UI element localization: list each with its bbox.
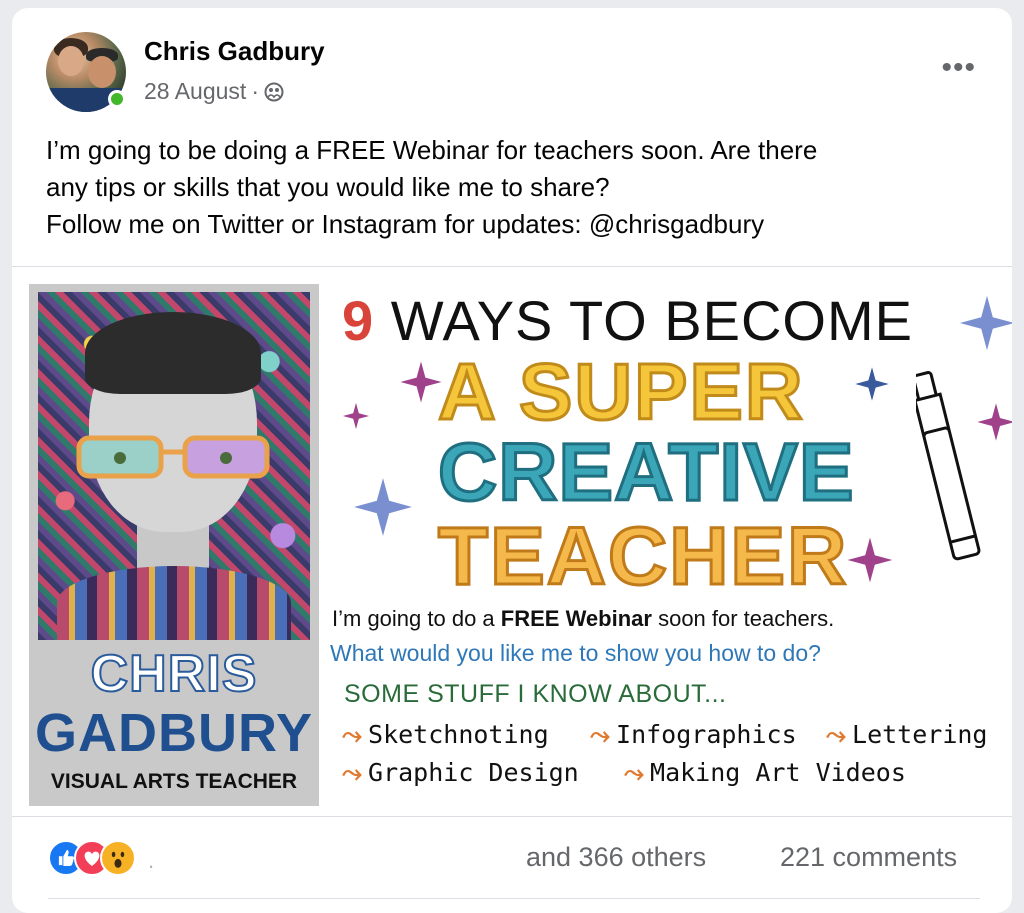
separator-dot: . [148, 848, 155, 873]
star-icon [342, 402, 370, 430]
skill-item: ⤳ Infographics [590, 720, 797, 750]
skill-label: Sketchnoting [368, 720, 549, 749]
star-icon [959, 295, 1012, 351]
skill-item: ⤳ Sketchnoting [342, 720, 549, 750]
post-text-line: any tips or skills that you would like m… [46, 172, 610, 202]
wow-reaction-icon [100, 840, 136, 876]
arrow-icon: ⤳ [590, 720, 611, 749]
reactions-summary[interactable]: . [48, 840, 168, 878]
headline-super: A SUPER [437, 346, 805, 438]
glasses-icon [76, 435, 270, 479]
divider [48, 898, 980, 899]
post-meta: 28 August · [144, 78, 284, 105]
avatar-face [88, 56, 116, 88]
post-text-line: I’m going to be doing a FREE Webinar for… [46, 135, 818, 165]
skill-item: ⤳ Graphic Design [342, 758, 579, 788]
announcement-part: I’m going to do a [332, 606, 501, 631]
headline-line1: 9 WAYS TO BECOME [342, 288, 913, 353]
arrow-icon: ⤳ [342, 720, 363, 749]
skill-label: Making Art Videos [650, 758, 906, 787]
comments-count[interactable]: 221 comments [780, 842, 957, 873]
arrow-icon: ⤳ [624, 758, 645, 787]
post-text-line: Follow me on Twitter or Instagram for up… [46, 209, 765, 239]
headline-number: 9 [342, 289, 375, 352]
friends-globe-icon[interactable] [264, 82, 284, 102]
online-status-dot [108, 90, 126, 108]
announcement-bold: FREE Webinar [500, 606, 652, 631]
skill-label: Graphic Design [368, 758, 579, 787]
arrow-icon: ⤳ [826, 720, 847, 749]
portrait-role: VISUAL ARTS TEACHER [50, 770, 298, 793]
announcement-question: What would you like me to show you how t… [330, 640, 821, 666]
post-date[interactable]: 28 August [144, 78, 246, 105]
announcement-part: soon for teachers. [651, 606, 835, 631]
announcement-text: I’m going to do a FREE Webinar soon for … [332, 606, 834, 632]
star-icon [847, 537, 893, 583]
skill-item: ⤳ Lettering [826, 720, 987, 750]
meta-separator: · [251, 78, 259, 104]
skill-item: ⤳ Making Art Videos [624, 758, 906, 788]
post-image[interactable]: CHRIS GADBURY VISUAL ARTS TEACHER 9 WAYS… [12, 268, 1012, 816]
divider [12, 816, 1012, 817]
portrait-hair [85, 312, 261, 394]
headline-text: WAYS TO BECOME [390, 289, 913, 352]
skill-label: Lettering [852, 720, 988, 749]
headline-creative: CREATIVE [437, 426, 856, 520]
headline-teacher: TEACHER [436, 510, 849, 604]
portrait-first-name: CHRIS [90, 644, 258, 704]
announcement-stuff: SOME STUFF I KNOW ABOUT... [344, 680, 727, 708]
marker-pen-icon [916, 371, 981, 561]
divider [12, 266, 1012, 267]
skill-label: Infographics [616, 720, 797, 749]
author-name[interactable]: Chris Gadbury [144, 36, 325, 67]
post-text: I’m going to be doing a FREE Webinar for… [46, 132, 986, 243]
star-icon [354, 478, 412, 536]
reactions-count[interactable]: and 366 others [526, 842, 706, 873]
avatar-face [58, 46, 84, 76]
portrait-shirt [57, 566, 291, 640]
portrait-panel: CHRIS GADBURY VISUAL ARTS TEACHER [29, 284, 319, 806]
arrow-icon: ⤳ [342, 758, 363, 787]
star-icon [855, 367, 889, 401]
portrait-last-name: GADBURY [34, 703, 313, 763]
star-icon [400, 361, 442, 403]
post-card: Chris Gadbury 28 August · ••• I’m going … [12, 8, 1012, 913]
more-options-icon[interactable]: ••• [941, 53, 976, 83]
